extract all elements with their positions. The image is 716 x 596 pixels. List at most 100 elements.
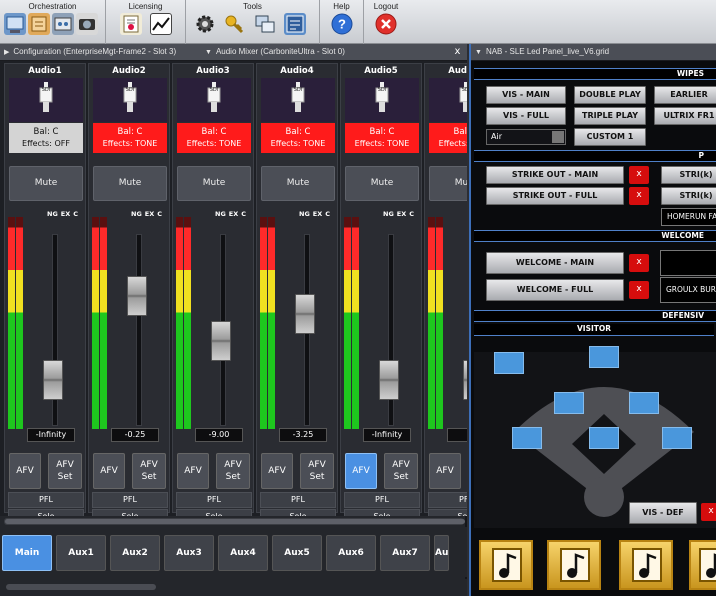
source-tile[interactable]: SDI xyxy=(345,78,419,122)
level-readout[interactable]: -Infinity xyxy=(27,428,75,442)
vis-def-button[interactable]: VIS - DEF xyxy=(629,502,697,524)
balance-effects-indicator[interactable]: Bal: C Effects: TONE xyxy=(345,123,419,153)
pfl-button[interactable]: PFL xyxy=(428,492,467,508)
pfl-button[interactable]: PFL xyxy=(344,492,420,508)
strike-full-clear-button[interactable]: x xyxy=(629,187,649,205)
afv-set-button[interactable]: AFV Set xyxy=(216,453,250,489)
double-play-button[interactable]: DOUBLE PLAY xyxy=(574,86,646,104)
help-icon[interactable]: ? xyxy=(331,13,353,35)
afv-button[interactable]: AFV xyxy=(177,453,209,489)
balance-effects-indicator[interactable]: Bal: C Effects: TONE xyxy=(93,123,167,153)
network-icon[interactable] xyxy=(4,13,26,35)
afv-button[interactable]: AFV xyxy=(345,453,377,489)
position-p-button[interactable] xyxy=(589,427,619,449)
bus-button-aux4[interactable]: Aux4 xyxy=(218,535,268,571)
channel-scrollbar[interactable] xyxy=(4,518,465,525)
solo-button[interactable]: Solo xyxy=(176,509,252,516)
bus-button-aux1[interactable]: Aux1 xyxy=(56,535,106,571)
pfl-button[interactable]: PFL xyxy=(176,492,252,508)
level-readout[interactable]: -0.25 xyxy=(111,428,159,442)
solo-button[interactable]: Solo xyxy=(8,509,84,516)
afv-button[interactable]: AFV xyxy=(93,453,125,489)
gear-icon[interactable] xyxy=(194,13,216,35)
ultrix-button[interactable]: ULTRIX FR1 xyxy=(654,107,716,125)
key-icon[interactable] xyxy=(224,13,246,35)
bus-button-main[interactable]: Main xyxy=(2,535,52,571)
balance-effects-indicator[interactable]: Bal: C Effects: TONE xyxy=(429,123,467,153)
custom1-button[interactable]: CUSTOM 1 xyxy=(574,128,646,146)
triple-play-button[interactable]: TRIPLE PLAY xyxy=(574,107,646,125)
solo-button[interactable]: Solo xyxy=(92,509,168,516)
solo-button[interactable]: Solo xyxy=(260,509,336,516)
fader-knob[interactable] xyxy=(127,276,147,316)
bus-button-au[interactable]: Au xyxy=(434,535,449,571)
bus-button-aux2[interactable]: Aux2 xyxy=(110,535,160,571)
strike-out-main-button[interactable]: STRIKE OUT - MAIN xyxy=(486,166,624,184)
afv-button[interactable]: AFV xyxy=(9,453,41,489)
welcome-full-button[interactable]: WELCOME - FULL xyxy=(486,279,624,301)
fader-knob[interactable] xyxy=(379,360,399,400)
settings-panel-icon[interactable] xyxy=(52,13,74,35)
vis-full-button[interactable]: VIS - FULL xyxy=(486,107,566,125)
pfl-button[interactable]: PFL xyxy=(260,492,336,508)
balance-effects-indicator[interactable]: Bal: C Effects: TONE xyxy=(261,123,335,153)
strike-k-button-1[interactable]: STRI(k) xyxy=(661,166,716,184)
welcome-full-clear-button[interactable]: x xyxy=(629,281,649,299)
position-2b-button[interactable] xyxy=(629,392,659,414)
scrollbar-thumb[interactable] xyxy=(6,584,156,590)
homerun-field[interactable]: HOMERUN FA xyxy=(661,208,716,226)
tab-led-panel[interactable]: ▼ NAB - SLE Led Panel_live_V6.grid xyxy=(475,47,609,56)
bus-button-aux7[interactable]: Aux7 xyxy=(380,535,430,571)
level-readout[interactable]: -Infinity xyxy=(363,428,411,442)
afv-set-button[interactable]: AFV Set xyxy=(384,453,418,489)
position-lf-button[interactable] xyxy=(494,352,524,374)
afv-button[interactable]: AFV xyxy=(429,453,461,489)
solo-button[interactable]: Solo xyxy=(428,509,467,516)
position-1b-button[interactable] xyxy=(662,427,692,449)
level-readout[interactable]: -3.25 xyxy=(279,428,327,442)
groulx-field[interactable]: GROULX BUR xyxy=(660,277,716,303)
source-tile[interactable]: SDI xyxy=(177,78,251,122)
strike-out-full-button[interactable]: STRIKE OUT - FULL xyxy=(486,187,624,205)
vis-def-clear-button[interactable]: x xyxy=(701,503,716,521)
close-button[interactable]: x xyxy=(451,46,464,59)
windows-icon[interactable] xyxy=(254,13,276,35)
solo-button[interactable]: Solo xyxy=(344,509,420,516)
pfl-button[interactable]: PFL xyxy=(8,492,84,508)
source-tile[interactable]: SDI xyxy=(9,78,83,122)
bus-scrollbar[interactable] xyxy=(0,579,467,596)
afv-set-button[interactable]: AFV Set xyxy=(132,453,166,489)
vis-main-button[interactable]: VIS - MAIN xyxy=(486,86,566,104)
chart-icon[interactable] xyxy=(150,13,172,35)
level-readout[interactable]: - xyxy=(447,428,467,442)
bus-button-aux6[interactable]: Aux6 xyxy=(326,535,376,571)
mute-button[interactable]: Mute xyxy=(9,166,83,201)
strike-k-button-2[interactable]: STRI(k) xyxy=(661,187,716,205)
music-note-icon[interactable] xyxy=(619,540,673,590)
position-3b-button[interactable] xyxy=(512,427,542,449)
balance-effects-indicator[interactable]: Bal: C Effects: TONE xyxy=(177,123,251,153)
welcome-main-button[interactable]: WELCOME - MAIN xyxy=(486,252,624,274)
afv-set-button[interactable]: AFV Set xyxy=(300,453,334,489)
welcome-main-clear-button[interactable]: x xyxy=(629,254,649,272)
welcome-main-field[interactable] xyxy=(660,250,716,276)
source-combo[interactable]: Air xyxy=(486,129,566,145)
tab-configuration[interactable]: ▶ Configuration (EnterpriseMgt-Frame2 - S… xyxy=(4,47,176,56)
music-note-icon[interactable] xyxy=(547,540,601,590)
position-ss-button[interactable] xyxy=(554,392,584,414)
bus-button-aux5[interactable]: Aux5 xyxy=(272,535,322,571)
camera-icon[interactable] xyxy=(76,13,98,35)
pfl-button[interactable]: PFL xyxy=(92,492,168,508)
mute-button[interactable]: Mute xyxy=(261,166,335,201)
tab-audio-mixer[interactable]: ▼ Audio Mixer (CarboniteUltra - Slot 0) xyxy=(205,47,345,56)
level-readout[interactable]: -9.00 xyxy=(195,428,243,442)
afv-set-button[interactable]: AFV Set xyxy=(48,453,82,489)
music-note-icon[interactable] xyxy=(479,540,533,590)
fader-knob[interactable] xyxy=(43,360,63,400)
fader-knob[interactable] xyxy=(463,360,467,400)
strike-main-clear-button[interactable]: x xyxy=(629,166,649,184)
transfer-icon[interactable] xyxy=(28,13,50,35)
panel-icon[interactable] xyxy=(284,13,306,35)
logout-icon[interactable] xyxy=(375,13,397,35)
fader-knob[interactable] xyxy=(211,321,231,361)
